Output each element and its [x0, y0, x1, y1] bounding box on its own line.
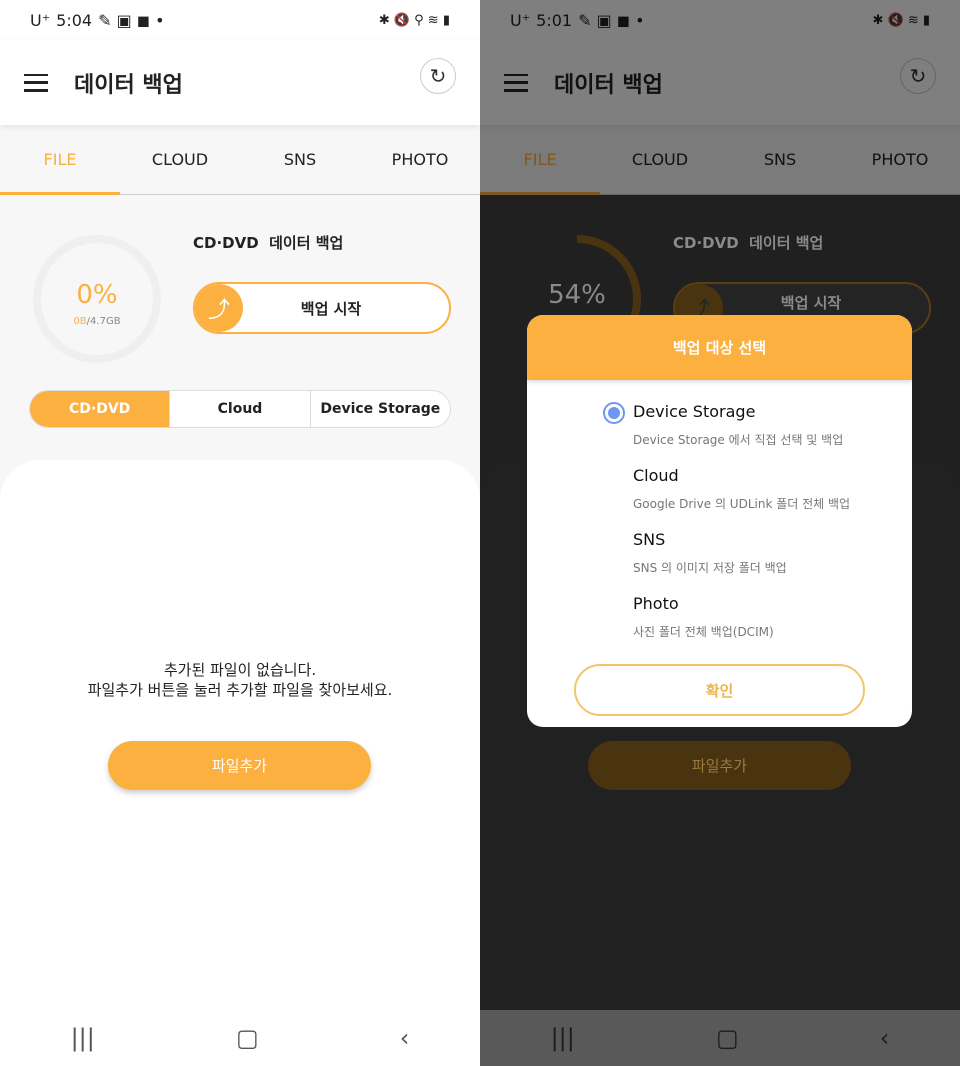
option-desc: Device Storage 에서 직접 선택 및 백업	[633, 433, 844, 447]
tab-sns[interactable]: SNS	[240, 125, 360, 194]
notification-icons: ✎ ▣ ◼ •	[98, 10, 165, 30]
phone-right: U⁺5:01✎ ▣ ◼ • ✱ 🔇 ≋ ▮ 데이터 백업 ↻ FILE CLOU…	[480, 0, 960, 1066]
tab-photo[interactable]: PHOTO	[360, 125, 480, 194]
back-icon[interactable]: ‹	[400, 1024, 410, 1052]
file-list-card	[0, 460, 480, 1010]
carrier: U⁺	[30, 10, 51, 30]
recents-icon[interactable]: |||	[71, 1024, 95, 1052]
page-title: 데이터 백업	[74, 72, 183, 98]
option-name: Cloud	[633, 466, 679, 485]
segment-cd-dvd[interactable]: CD·DVD	[30, 391, 170, 427]
progress-size: 0B/4.7GB	[30, 316, 164, 327]
option-name: Device Storage	[633, 402, 756, 421]
option-name: SNS	[633, 530, 666, 549]
navigation-bar: ||| ▢ ‹	[0, 1010, 480, 1066]
used-size: 0B	[73, 316, 87, 327]
option-desc: SNS 의 이미지 저장 폴더 백업	[633, 561, 787, 575]
option-name: Photo	[633, 594, 679, 613]
source-segment: CD·DVD Cloud Device Storage	[29, 390, 451, 428]
option-sns[interactable]: SNS SNS 의 이미지 저장 폴더 백업	[633, 530, 787, 576]
segment-device-storage[interactable]: Device Storage	[309, 391, 450, 427]
dialog-title: 백업 대상 선택	[527, 315, 912, 380]
system-icons: ✱ 🔇 ⚲ ≋ ▮	[378, 12, 450, 28]
menu-icon[interactable]	[24, 73, 48, 92]
scrim-top[interactable]	[480, 0, 960, 195]
upload-arrow-icon: ⤴	[195, 284, 243, 332]
option-desc: Google Drive 의 UDLink 폴더 전체 백업	[633, 497, 851, 511]
tab-file[interactable]: FILE	[0, 125, 120, 195]
option-photo[interactable]: Photo 사진 폴더 전체 백업(DCIM)	[633, 594, 774, 640]
tab-bar: FILE CLOUD SNS PHOTO	[0, 125, 480, 195]
time: 5:04	[56, 10, 93, 30]
status-bar: U⁺ 5:04 ✎ ▣ ◼ • ✱ 🔇 ⚲ ≋ ▮	[0, 0, 480, 40]
segment-cloud[interactable]: Cloud	[169, 391, 309, 427]
phone-left: U⁺ 5:04 ✎ ▣ ◼ • ✱ 🔇 ⚲ ≋ ▮ 데이터 백업 ↻ FILE CL…	[0, 0, 480, 1066]
empty-message: 추가된 파일이 없습니다. 파일추가 버튼을 눌러 추가할 파일을 찾아보세요.	[0, 660, 480, 700]
app-bar: 데이터 백업 ↻	[0, 40, 480, 125]
refresh-button[interactable]: ↻	[420, 57, 456, 94]
start-backup-label: 백업 시작	[300, 299, 362, 318]
option-device-storage[interactable]: Device Storage Device Storage 에서 직접 선택 및 …	[633, 402, 843, 448]
empty-line-2: 파일추가 버튼을 눌러 추가할 파일을 찾아보세요.	[87, 681, 393, 699]
start-backup-button[interactable]: ⤴ 백업 시작	[193, 282, 451, 334]
option-cloud[interactable]: Cloud Google Drive 의 UDLink 폴더 전체 백업	[633, 466, 850, 512]
progress-percent: 0%	[76, 280, 118, 310]
radio-selected-icon[interactable]	[603, 402, 625, 424]
home-icon[interactable]: ▢	[236, 1024, 259, 1052]
tab-cloud[interactable]: CLOUD	[120, 125, 240, 194]
backup-target-dialog: 백업 대상 선택 Device Storage Device Storage 에서…	[527, 315, 912, 727]
backup-subtitle: CD·DVD 데이터 백업	[673, 234, 824, 252]
backup-subtitle: CD·DVD 데이터 백업	[193, 234, 344, 252]
option-desc: 사진 폴더 전체 백업(DCIM)	[633, 625, 774, 639]
confirm-button[interactable]: 확인	[574, 664, 865, 716]
start-backup-label: 백업 시작	[780, 294, 842, 312]
scrim-nav	[480, 1010, 960, 1066]
total-size: /4.7GB	[86, 316, 121, 327]
empty-line-1: 추가된 파일이 없습니다.	[163, 661, 317, 679]
add-file-button[interactable]: 파일추가	[108, 741, 371, 790]
progress-percent: 54%	[548, 280, 606, 310]
add-file-button[interactable]: 파일추가	[588, 741, 851, 790]
